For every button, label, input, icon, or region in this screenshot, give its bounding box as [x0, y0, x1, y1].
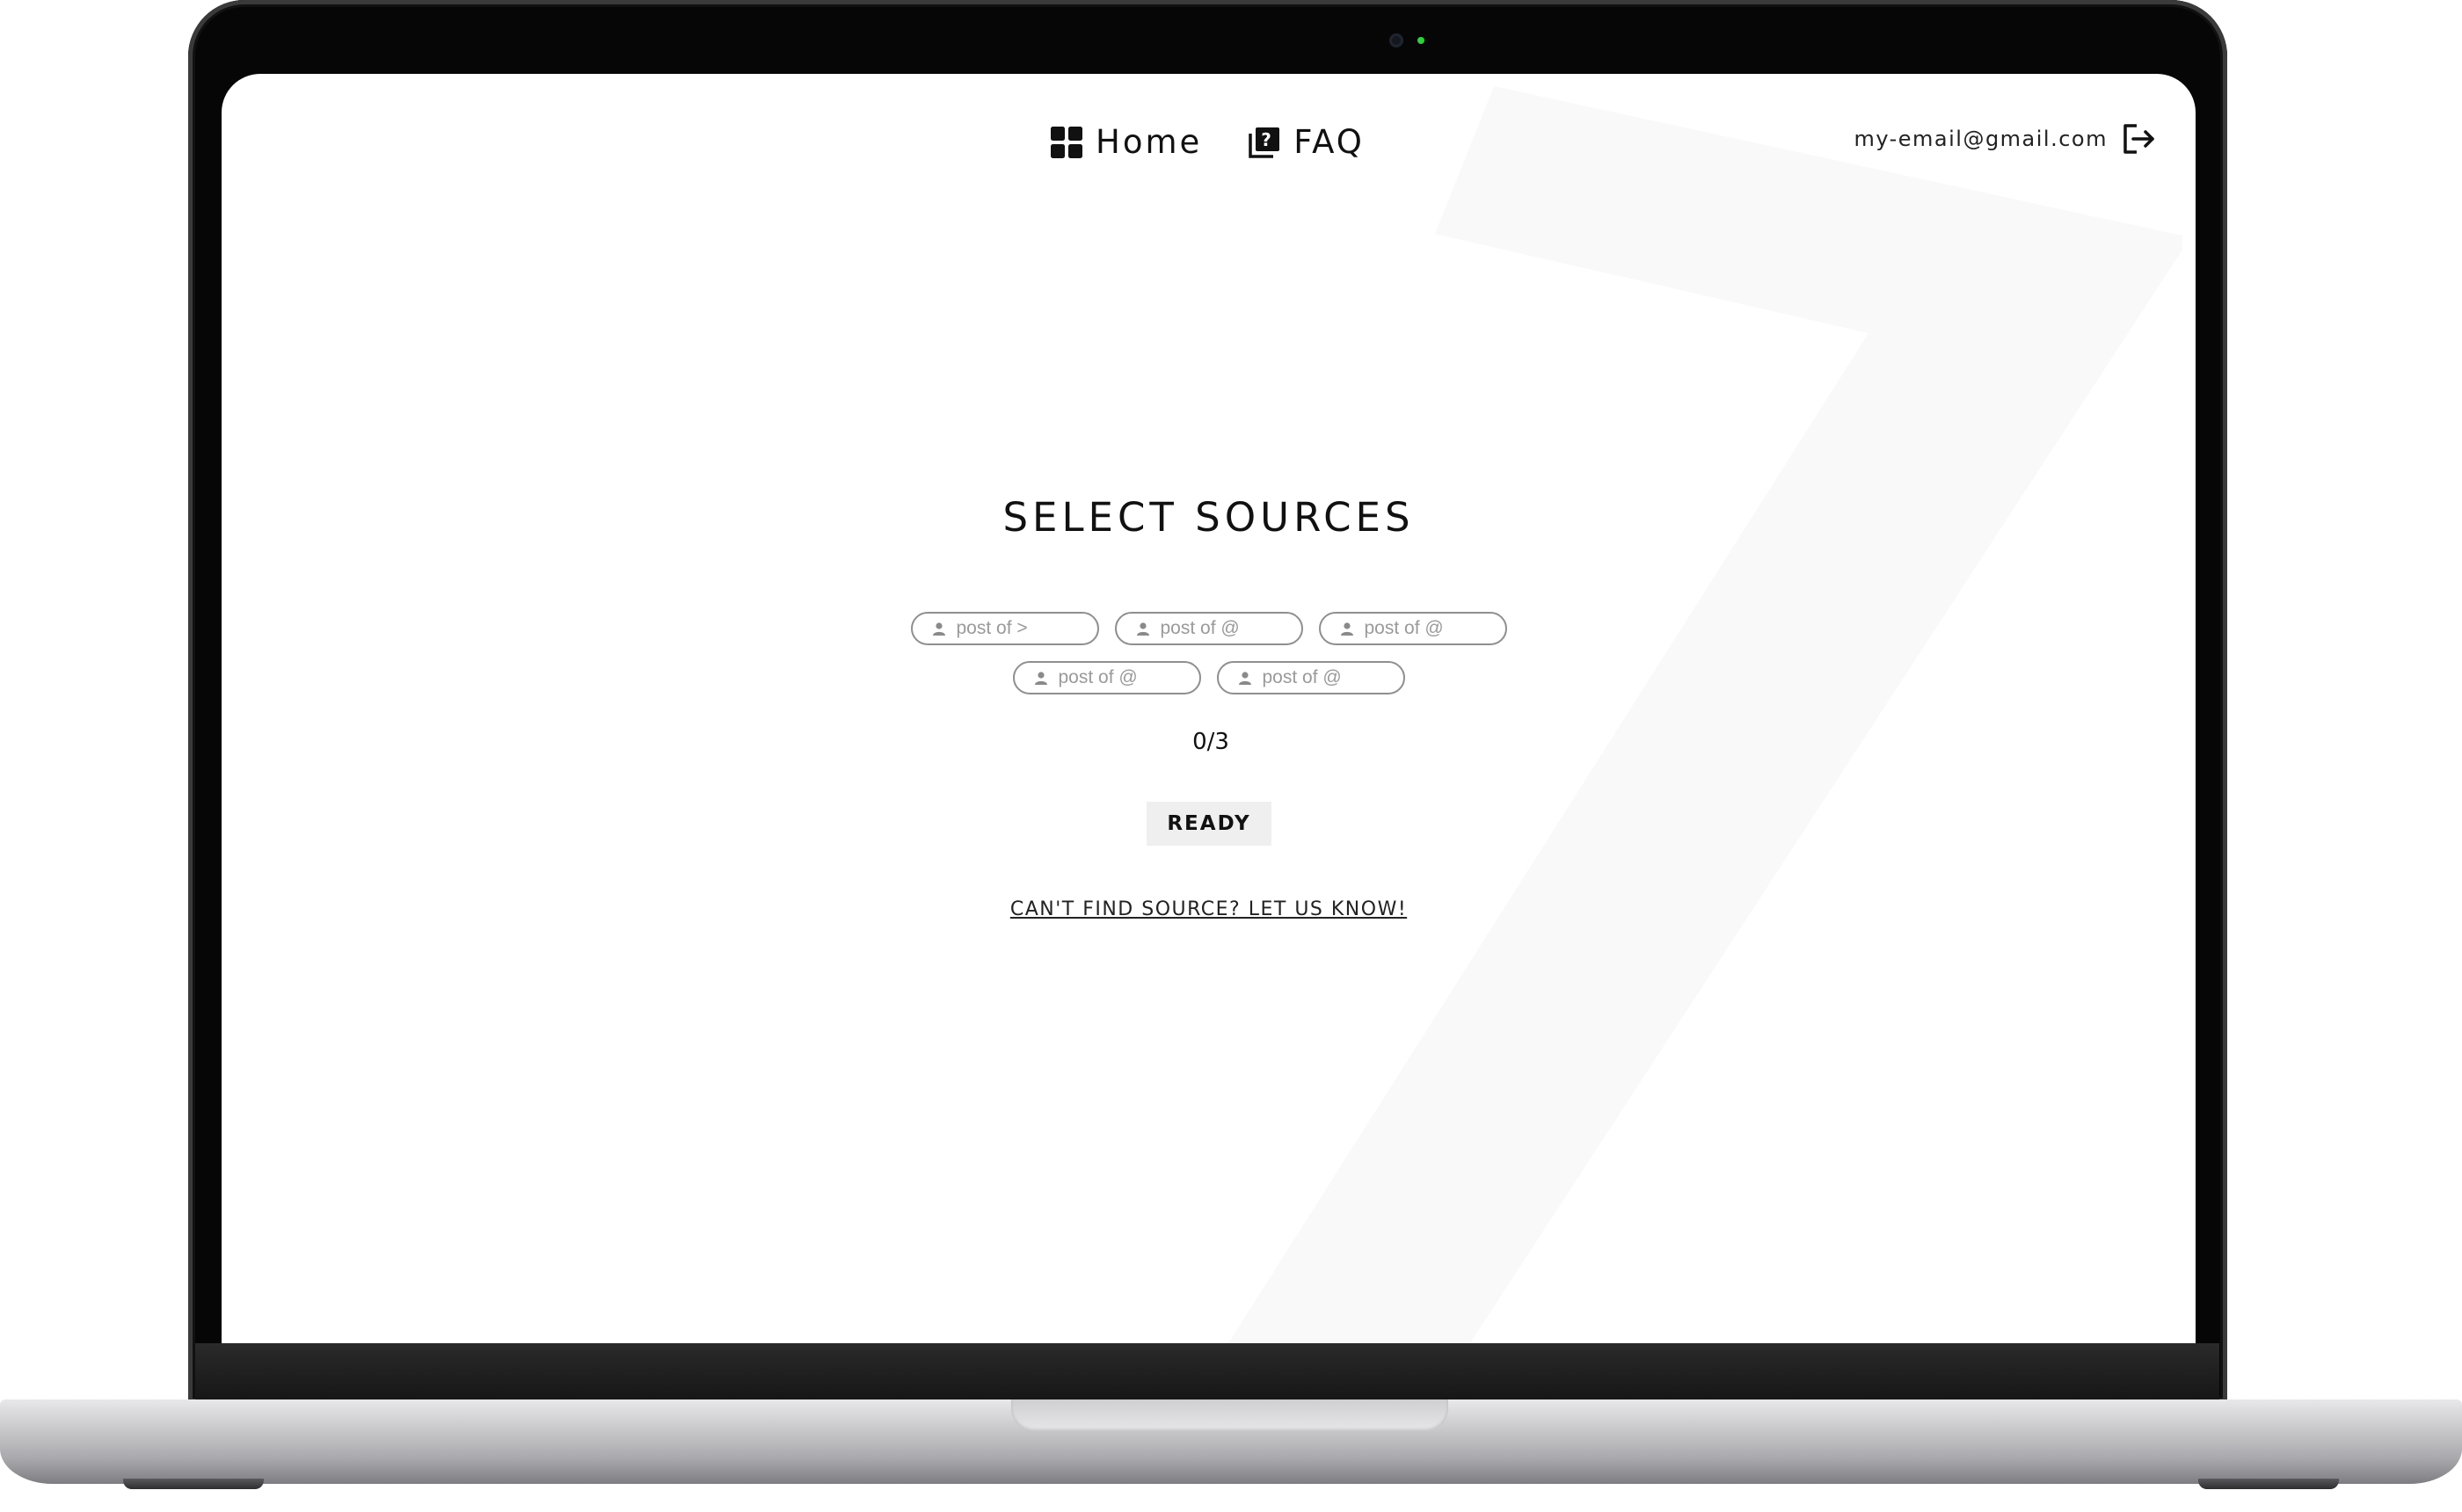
source-chip[interactable]: post of @	[1012, 661, 1201, 694]
person-icon	[1034, 672, 1047, 685]
source-row: post of @ post of @	[222, 661, 2196, 694]
person-icon	[1238, 672, 1251, 685]
source-list: post of > post of @ post of @ post of @	[222, 612, 2196, 710]
laptop-opening-notch	[1011, 1399, 1448, 1431]
source-chip-label: post of @	[1364, 618, 1444, 638]
source-chip[interactable]: post of @	[1114, 612, 1303, 645]
source-row: post of > post of @ post of @	[222, 612, 2196, 645]
laptop-mockup: Home ? FAQ my-email@gmail.com SELECT SOU…	[0, 0, 2462, 1512]
camera	[1389, 33, 1403, 47]
main-content: SELECT SOURCES post of > post of @ post …	[222, 74, 2196, 1343]
laptop-chin	[195, 1343, 2219, 1401]
source-chip[interactable]: post of >	[910, 612, 1099, 645]
ready-button[interactable]: READY	[1147, 802, 1271, 846]
laptop-foot-right	[2198, 1479, 2339, 1489]
person-icon	[1340, 622, 1353, 636]
missing-source-link[interactable]: CAN'T FIND SOURCE? LET US KNOW!	[222, 898, 2196, 920]
source-chip-label: post of >	[956, 618, 1028, 638]
page-title: SELECT SOURCES	[1002, 494, 1415, 541]
source-chip[interactable]: post of @	[1318, 612, 1507, 645]
source-chip-label: post of @	[1262, 667, 1342, 687]
person-icon	[932, 622, 945, 636]
source-chip-label: post of @	[1058, 667, 1138, 687]
source-chip[interactable]: post of @	[1216, 661, 1405, 694]
laptop-foot-left	[123, 1479, 264, 1489]
selection-counter: 0/3	[1192, 729, 1229, 755]
screen: Home ? FAQ my-email@gmail.com SELECT SOU…	[222, 74, 2196, 1343]
person-icon	[1136, 622, 1149, 636]
camera-led	[1417, 37, 1424, 44]
source-chip-label: post of @	[1160, 618, 1240, 638]
